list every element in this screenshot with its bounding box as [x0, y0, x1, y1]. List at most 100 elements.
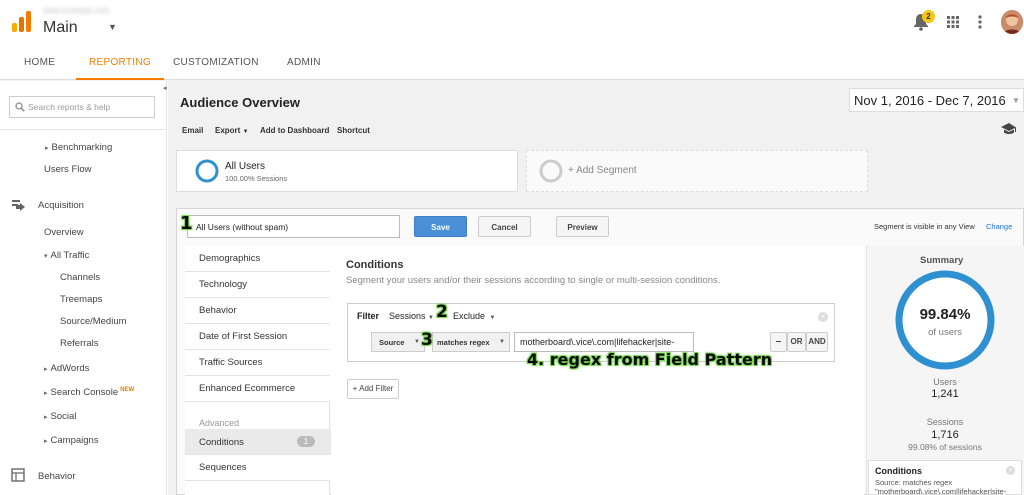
add-filter-button[interactable]: + Add Filter: [347, 379, 399, 399]
menu-demographics[interactable]: Demographics: [185, 246, 330, 272]
menu-date-of-first-session[interactable]: Date of First Session: [185, 324, 330, 350]
more-options-icon[interactable]: [978, 15, 982, 29]
sidebar-item-search-console[interactable]: ▸ Search Console NEW: [44, 387, 134, 398]
tab-reporting[interactable]: REPORTING: [76, 46, 164, 80]
sidebar-item-behavior[interactable]: Behavior: [38, 471, 76, 482]
sessions-value: 1,716: [931, 429, 959, 441]
segment-name-value: All Users (without spam): [196, 222, 289, 232]
annotation-1: 1: [180, 213, 193, 234]
account-name: www.example.com: [43, 6, 110, 15]
segment-sessions-pct: 100.00% Sessions: [225, 174, 288, 183]
search-icon: [15, 102, 25, 112]
sidebar-item-label: All Traffic: [50, 250, 90, 261]
or-button[interactable]: OR: [787, 332, 806, 352]
operator-caret-icon: ▼: [499, 339, 505, 345]
dimension-value: Source: [379, 338, 405, 347]
users-label: Users: [933, 377, 957, 387]
menu-traffic-sources[interactable]: Traffic Sources: [185, 350, 330, 376]
summary-percent-label: of users: [928, 327, 962, 338]
sidebar-item-adwords[interactable]: ▸ AdWords: [44, 363, 89, 374]
export-button[interactable]: Export ▼: [215, 126, 249, 135]
graduation-cap-icon[interactable]: [1001, 123, 1017, 135]
dimension-caret-icon: ▼: [414, 339, 420, 345]
tab-admin[interactable]: ADMIN: [287, 46, 321, 80]
add-to-dashboard-button[interactable]: Add to Dashboard: [260, 126, 329, 135]
property-dropdown-icon[interactable]: ▼: [108, 22, 117, 32]
visibility-text: Segment is visible in any View: [874, 222, 975, 231]
search-box[interactable]: Search reports & help: [9, 96, 155, 118]
menu-enhanced-ecommerce[interactable]: Enhanced Ecommerce: [185, 376, 330, 402]
tab-customization[interactable]: CUSTOMIZATION: [173, 46, 259, 80]
change-visibility-link[interactable]: Change: [986, 222, 1012, 231]
summary-conditions-title: Conditions: [875, 466, 922, 476]
remove-condition-button[interactable]: –: [770, 332, 787, 352]
sessions-pct: 99.08% of sessions: [908, 442, 982, 452]
filter-scope-select[interactable]: Sessions ▼: [389, 311, 434, 321]
export-label: Export: [215, 126, 241, 135]
menu-conditions[interactable]: Conditions 1: [185, 429, 331, 455]
page-title: Audience Overview: [180, 95, 300, 110]
sidebar-item-treemaps[interactable]: Treemaps: [60, 294, 102, 305]
and-button[interactable]: AND: [806, 332, 828, 352]
save-button[interactable]: Save: [414, 216, 467, 237]
summary-condition-line2: "motherboard\.vice\.com|lifehacker|site-: [875, 487, 1007, 495]
menu-technology[interactable]: Technology: [185, 272, 330, 298]
segment-name-input[interactable]: All Users (without spam): [187, 215, 400, 238]
summary-condition-line1: Source: matches regex: [875, 478, 953, 487]
email-button[interactable]: Email: [182, 126, 203, 135]
acquisition-icon: [11, 197, 27, 213]
sidebar-item-social[interactable]: ▸ Social: [44, 411, 76, 422]
scope-caret-icon: ▼: [428, 315, 434, 321]
conditions-count-badge: 1: [297, 436, 315, 447]
operator-select[interactable]: matches regex ▼: [432, 332, 510, 352]
sidebar-item-all-traffic[interactable]: ▾ All Traffic: [44, 250, 89, 261]
menu-conditions-label: Conditions: [199, 437, 244, 448]
summary-remove-condition-icon[interactable]: ×: [1006, 466, 1015, 475]
date-dropdown-icon: ▼: [1012, 96, 1020, 105]
tab-home[interactable]: HOME: [24, 46, 55, 80]
collapse-sidebar-icon[interactable]: ◂: [163, 84, 167, 92]
sidebar-item-users-flow[interactable]: Users Flow: [44, 164, 92, 175]
preview-button[interactable]: Preview: [556, 216, 609, 237]
analytics-logo[interactable]: [12, 11, 32, 33]
cancel-button[interactable]: Cancel: [478, 216, 531, 237]
segment-name: All Users: [225, 161, 266, 172]
annotation-3: 3: [421, 330, 433, 350]
add-segment-label: + Add Segment: [568, 165, 637, 176]
user-avatar[interactable]: [1001, 10, 1023, 34]
sidebar-item-acquisition[interactable]: Acquisition: [38, 200, 84, 211]
menu-behavior[interactable]: Behavior: [185, 298, 330, 324]
behavior-icon: [11, 468, 25, 482]
annotation-4: 4. regex from Field Pattern: [527, 350, 773, 369]
main-nav: HOME REPORTING CUSTOMIZATION ADMIN: [0, 46, 1024, 80]
notification-count-badge: 2: [922, 10, 935, 23]
filter-label: Filter: [357, 311, 380, 321]
remove-filter-icon[interactable]: ×: [818, 312, 828, 322]
top-bar: www.example.com Main ▼ 2: [0, 0, 1024, 46]
sidebar-item-label: AdWords: [50, 363, 90, 374]
date-range-picker[interactable]: Nov 1, 2016 - Dec 7, 2016 ▼: [849, 88, 1024, 112]
annotation-2: 2: [436, 302, 448, 322]
sidebar-item-campaigns[interactable]: ▸ Campaigns: [44, 435, 99, 446]
summary-percent: 99.84%: [919, 306, 971, 323]
sidebar-item-benchmarking[interactable]: ▸ Benchmarking: [45, 142, 112, 153]
segment-ring-icon: [195, 159, 219, 183]
new-badge: NEW: [120, 387, 135, 393]
operator-value: matches regex: [437, 338, 490, 347]
property-name[interactable]: Main: [43, 19, 78, 37]
date-range-text: Nov 1, 2016 - Dec 7, 2016: [854, 93, 1006, 108]
advanced-label: Advanced: [199, 418, 240, 428]
sidebar-item-overview[interactable]: Overview: [44, 227, 84, 238]
filter-mode-select[interactable]: Exclude ▼: [453, 311, 496, 321]
sidebar-item-channels[interactable]: Channels: [60, 272, 100, 283]
export-caret-icon: ▼: [242, 129, 249, 135]
shortcut-button[interactable]: Shortcut: [337, 126, 370, 135]
sidebar-item-referrals[interactable]: Referrals: [60, 338, 99, 349]
dimension-select[interactable]: Source ▼: [371, 332, 425, 352]
apps-grid-icon[interactable]: [947, 16, 959, 28]
segment-all-users[interactable]: All Users 100.00% Sessions: [176, 150, 518, 192]
regex-value-input[interactable]: motherboard\.vice\.com|lifehacker|site-: [514, 332, 694, 352]
menu-sequences[interactable]: Sequences: [185, 455, 330, 481]
add-segment-slot[interactable]: + Add Segment: [526, 150, 868, 192]
sidebar-item-source-medium[interactable]: Source/Medium: [60, 316, 127, 327]
